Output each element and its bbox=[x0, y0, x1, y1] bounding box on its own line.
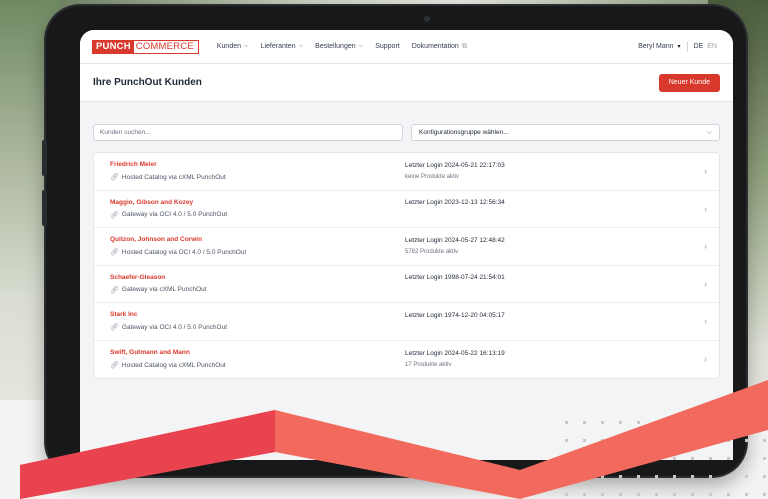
stripe-band-dark bbox=[20, 410, 275, 499]
decorative-stripe bbox=[20, 380, 768, 499]
